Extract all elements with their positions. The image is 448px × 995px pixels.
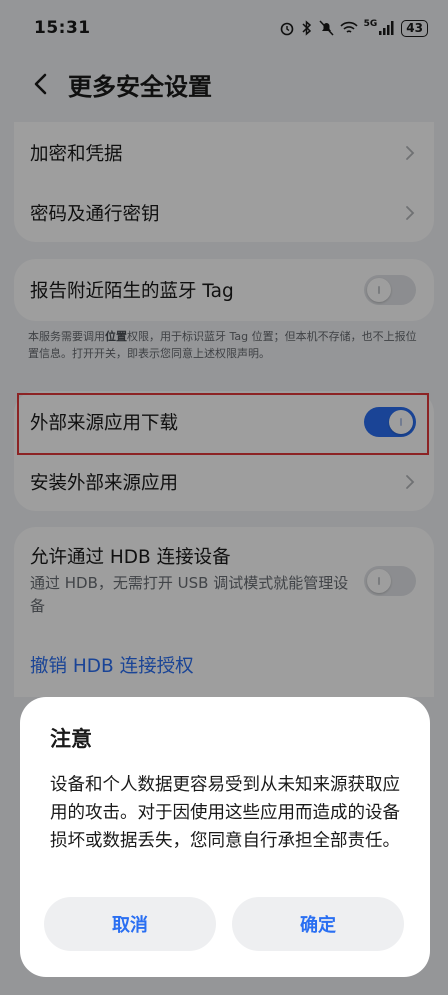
warning-dialog: 注意 设备和个人数据更容易受到从未知来源获取应用的攻击。对于因使用这些应用而造成… <box>20 697 430 977</box>
cancel-button[interactable]: 取消 <box>44 897 216 951</box>
dialog-body: 设备和个人数据更容易受到从未知来源获取应用的攻击。对于因使用这些应用而造成的设备… <box>50 775 400 851</box>
dialog-title: 注意 <box>50 727 92 751</box>
confirm-button[interactable]: 确定 <box>232 897 404 951</box>
